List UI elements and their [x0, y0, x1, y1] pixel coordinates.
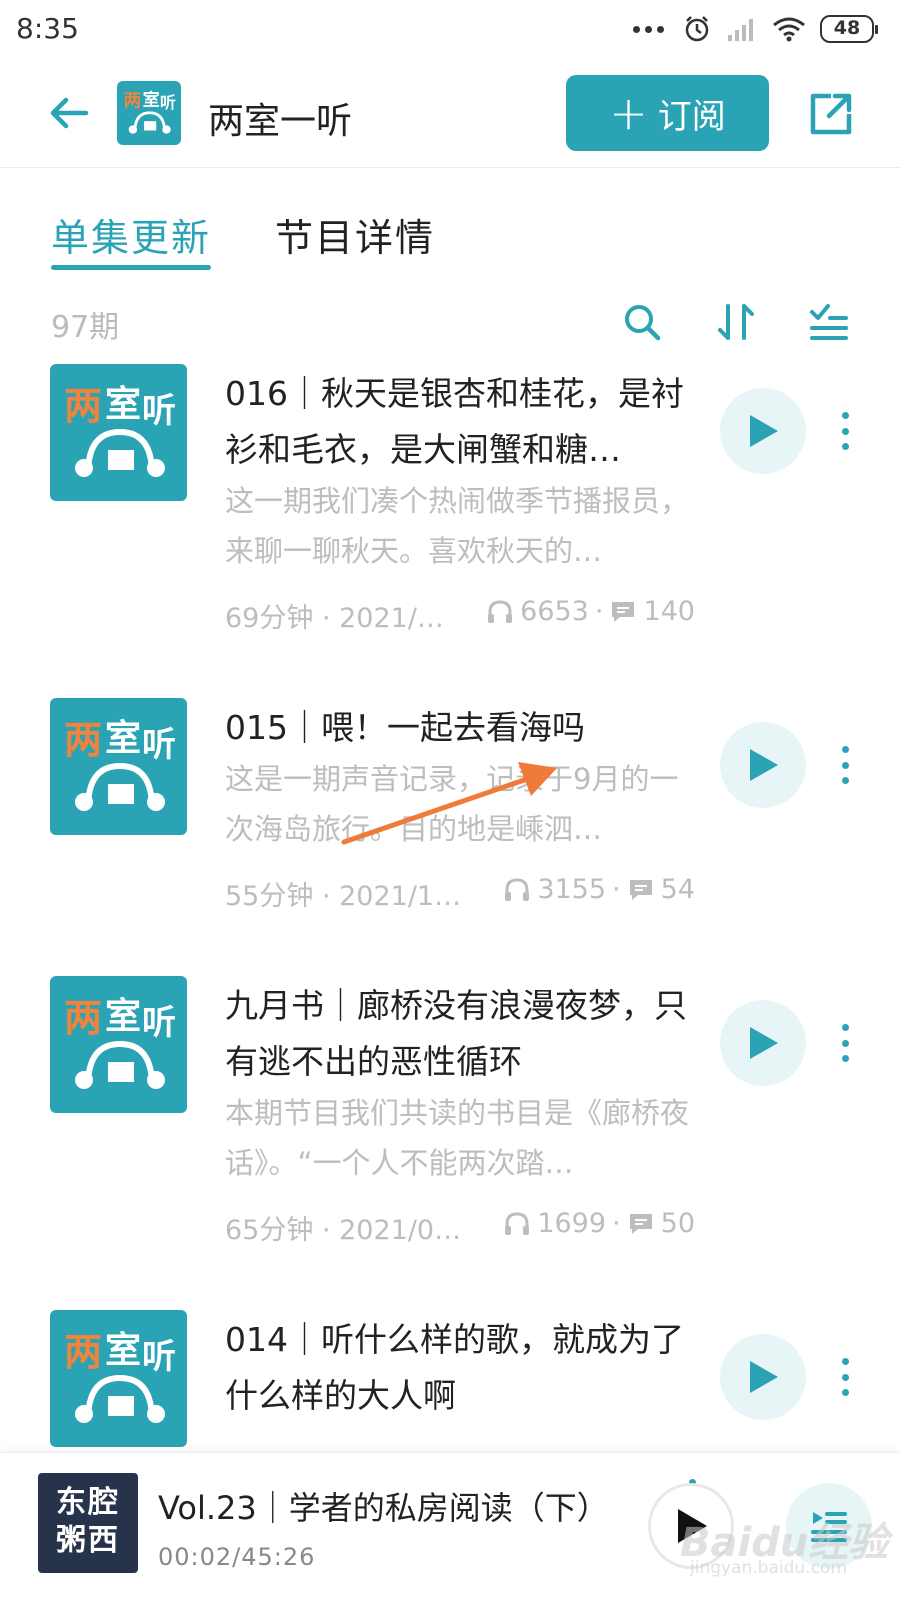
plus-icon: + — [609, 86, 648, 140]
episode-cover: 两室听 — [50, 976, 187, 1113]
headphones-icon — [488, 599, 513, 623]
svg-text:两: 两 — [64, 1330, 102, 1374]
comment-icon — [629, 1213, 652, 1234]
episode-cover: 两室听 — [50, 1310, 187, 1447]
comment-icon — [612, 601, 635, 622]
search-icon — [625, 305, 661, 341]
episode-description: 这一期我们凑个热闹做季节播报员，来聊一聊秋天。喜欢秋天的… — [225, 484, 690, 568]
svg-text:两: 两 — [64, 996, 102, 1040]
episode-count: 97期 — [51, 310, 120, 345]
svg-text:听: 听 — [160, 93, 176, 112]
svg-text:两: 两 — [64, 718, 102, 762]
episode-duration-date: 69分钟 · 2021/… — [225, 603, 444, 634]
podcast-logo: 两室听 — [117, 81, 181, 145]
more-options-button[interactable] — [835, 1352, 855, 1402]
svg-text:听: 听 — [142, 725, 176, 765]
more-options-button[interactable] — [835, 406, 855, 456]
svg-text:听: 听 — [142, 1337, 176, 1377]
tab-details[interactable]: 节目详情 — [275, 207, 435, 262]
episode-title: 016｜秋天是银杏和桂花，是衬衫和毛衣，是大闸蟹和糖… — [225, 374, 684, 469]
episode-meta: 69分钟 · 2021/… 6653 · 140 — [225, 596, 695, 634]
svg-text:室: 室 — [105, 996, 141, 1037]
play-count: 6653 — [520, 596, 589, 627]
episode-meta: 65分钟 · 2021/0… 1699 · 50 — [225, 1208, 695, 1246]
more-options-button[interactable] — [835, 740, 855, 790]
watermark-url: jingyan.baidu.com — [690, 1558, 847, 1578]
battery-indicator: 48 — [820, 15, 878, 43]
headphones-icon — [505, 1211, 530, 1235]
play-button[interactable] — [720, 1334, 806, 1420]
episode-description: 本期节目我们共读的书目是《廊桥夜话》。“一个人不能两次踏… — [225, 1096, 690, 1180]
play-icon — [750, 749, 778, 781]
episode-title: 015｜喂！一起去看海吗 — [225, 708, 585, 747]
podcast-title: 两室一听 — [208, 101, 353, 142]
play-icon — [750, 415, 778, 447]
play-count: 1699 — [537, 1208, 607, 1239]
episode-title: 014｜听什么样的歌，就成为了什么样的大人啊 — [225, 1320, 684, 1415]
now-playing-cover: 东腔 粥西 — [38, 1473, 138, 1573]
svg-text:室: 室 — [105, 384, 141, 425]
sort-button[interactable] — [714, 300, 758, 344]
svg-text:听: 听 — [142, 1003, 176, 1043]
checklist-icon — [810, 304, 848, 340]
svg-text:室: 室 — [105, 1330, 141, 1371]
comment-count: 54 — [660, 874, 695, 905]
svg-text:两: 两 — [64, 384, 102, 428]
arrow-left-icon — [50, 97, 89, 129]
subscribe-button[interactable]: + 订阅 — [566, 75, 769, 151]
play-button[interactable] — [720, 1000, 806, 1086]
play-count: 3155 — [537, 874, 607, 905]
search-button[interactable] — [620, 300, 664, 344]
play-icon — [750, 1361, 778, 1393]
back-button[interactable] — [44, 88, 94, 138]
comment-icon — [629, 879, 652, 900]
status-icons: 48 — [633, 14, 878, 44]
episode-cover: 两室听 — [50, 698, 187, 835]
status-time: 8:35 — [16, 12, 79, 45]
episode-cover: 两室听 — [50, 364, 187, 501]
now-playing-time: 00:02/45:26 — [158, 1543, 316, 1571]
tab-active-indicator — [51, 265, 211, 270]
wifi-icon — [773, 17, 805, 42]
play-icon — [750, 1027, 778, 1059]
more-options-button[interactable] — [835, 1018, 855, 1068]
batch-select-button[interactable] — [806, 300, 850, 344]
app-header: 两室听 两室一听 + 订阅 — [0, 62, 900, 168]
play-button[interactable] — [720, 388, 806, 474]
episode-duration-date: 65分钟 · 2021/0… — [225, 1215, 462, 1246]
alarm-icon — [685, 16, 709, 42]
notification-dots-icon — [633, 25, 664, 33]
episode-description: 这是一期声音记录，记录于9月的一次海岛旅行。目的地是嵊泗… — [225, 762, 679, 846]
subscribe-label: 订阅 — [657, 96, 726, 137]
svg-text:室: 室 — [143, 89, 160, 109]
signal-icon — [728, 19, 753, 41]
tab-bar: 单集更新 节目详情 — [0, 195, 900, 275]
tab-episodes[interactable]: 单集更新 — [51, 207, 211, 262]
episode-duration-date: 55分钟 · 2021/1… — [225, 881, 462, 912]
share-button[interactable] — [805, 88, 857, 140]
now-playing-title: Vol.23｜学者的私房阅读（下） — [158, 1489, 609, 1527]
sort-icon — [718, 304, 754, 340]
share-icon — [810, 93, 852, 135]
headphones-icon — [505, 877, 530, 901]
episode-item[interactable]: 两室听 014｜听什么样的歌，就成为了什么样的大人啊 — [0, 1310, 900, 1452]
episode-meta: 55分钟 · 2021/1… 3155 · 54 — [225, 874, 695, 912]
svg-text:听: 听 — [142, 391, 176, 431]
play-button[interactable] — [720, 722, 806, 808]
comment-count: 50 — [660, 1208, 695, 1239]
episode-title: 九月书｜廊桥没有浪漫夜梦，只有逃不出的恶性循环 — [225, 986, 687, 1081]
svg-text:室: 室 — [105, 718, 141, 759]
svg-text:两: 两 — [124, 92, 142, 112]
comment-count: 140 — [643, 596, 695, 627]
status-bar: 8:35 48 — [0, 0, 900, 62]
